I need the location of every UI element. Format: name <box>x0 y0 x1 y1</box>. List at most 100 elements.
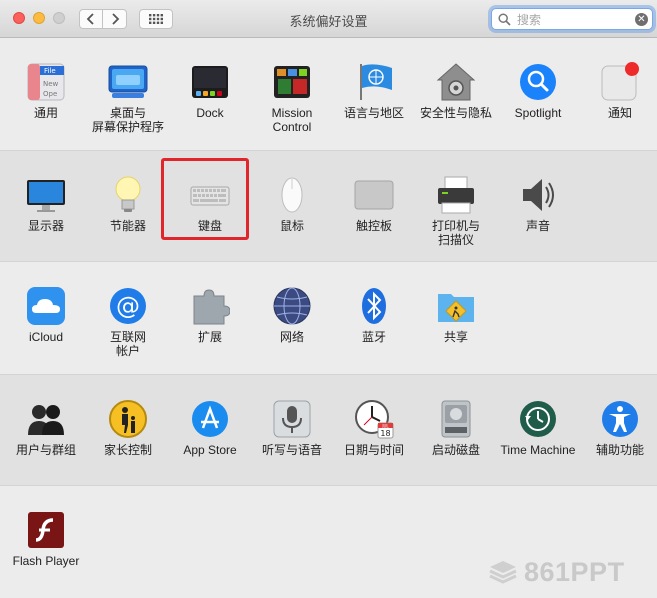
desktop-screensaver-icon <box>108 65 148 98</box>
svg-text:Ope: Ope <box>43 90 57 98</box>
pane-label: 家长控制 <box>103 443 152 457</box>
pane-label: 节能器 <box>109 219 146 233</box>
pane-bluetooth[interactable]: 蓝牙 <box>333 262 415 374</box>
search-input[interactable] <box>515 11 629 29</box>
pane-dictation-speech[interactable]: 听写与语音 <box>251 375 333 487</box>
pane-label: 语言与地区 <box>343 106 404 120</box>
dictation-speech-icon <box>273 400 311 438</box>
energy-saver-icon <box>115 176 141 212</box>
pane-label: App Store <box>183 443 237 457</box>
pane-date-time[interactable]: JUL 18 日期与时间 <box>333 375 415 487</box>
pane-mission-control[interactable]: Mission Control <box>251 38 333 150</box>
title-bar: 系统偏好设置 ✕ <box>0 0 657 38</box>
pane-displays[interactable]: 显示器 <box>5 151 87 263</box>
pane-language-region[interactable]: 语言与地区 <box>333 38 415 150</box>
flash-player-icon <box>28 512 64 548</box>
dock-icon <box>192 66 228 98</box>
pane-label: 安全性与隐私 <box>419 106 492 120</box>
pane-keyboard[interactable]: 键盘 <box>169 151 251 263</box>
icloud-icon <box>27 287 65 325</box>
pane-label: 用户与群组 <box>15 443 76 457</box>
pane-label: 启动磁盘 <box>431 443 480 457</box>
pane-notifications[interactable]: 通知 <box>579 38 657 150</box>
spotlight-icon <box>520 64 556 100</box>
svg-text:JUL: JUL <box>381 423 389 428</box>
pane-parental-controls[interactable]: 家长控制 <box>87 375 169 487</box>
pane-label: Flash Player <box>12 554 80 568</box>
sound-icon <box>523 179 554 211</box>
pane-label: 共享 <box>443 330 468 344</box>
pane-accessibility[interactable]: 辅助功能 <box>579 375 657 487</box>
pane-label: 听写与语音 <box>261 443 322 457</box>
pane-flash-player[interactable]: Flash Player <box>5 486 87 598</box>
printer-scanner-icon <box>438 176 474 214</box>
network-icon <box>273 287 311 325</box>
pane-startup-disk[interactable]: 启动磁盘 <box>415 375 497 487</box>
pane-label: 键盘 <box>197 219 222 233</box>
general-icon: File New Ope <box>27 63 65 101</box>
svg-text:File: File <box>44 67 56 75</box>
pane-trackpad[interactable]: 触控板 <box>333 151 415 263</box>
notifications-icon <box>601 62 639 101</box>
svg-text:18: 18 <box>380 429 390 438</box>
pane-label: 鼠标 <box>279 219 304 233</box>
pane-label: Mission Control <box>271 106 313 134</box>
pane-dock[interactable]: Dock <box>169 38 251 150</box>
pane-label: iCloud <box>28 330 64 344</box>
section-system: 用户与群组 家长控制 App Store 听写与语音 JUL 18 日期与时间 … <box>0 374 657 486</box>
search-field[interactable]: ✕ <box>491 8 653 30</box>
displays-icon <box>27 180 65 212</box>
pane-extensions[interactable]: 扩展 <box>169 262 251 374</box>
pane-time-machine[interactable]: Time Machine <box>497 375 579 487</box>
pane-label: 触控板 <box>355 219 392 233</box>
pane-label: 扩展 <box>197 330 222 344</box>
pane-app-store[interactable]: App Store <box>169 375 251 487</box>
pane-desktop[interactable]: 桌面与 屏幕保护程序 <box>87 38 169 150</box>
pane-label: 网络 <box>279 330 304 344</box>
pane-label: Time Machine <box>500 443 576 457</box>
pane-label: 打印机与 扫描仪 <box>431 219 480 247</box>
pane-label: 通用 <box>33 106 58 120</box>
section-internet: iCloud @ 互联网 帐户 扩展 网络 蓝牙 共享 <box>0 262 657 374</box>
layers-logo-icon <box>489 561 517 584</box>
pane-label: 辅助功能 <box>595 443 644 457</box>
app-store-icon <box>192 401 228 437</box>
pane-sound[interactable]: 声音 <box>497 151 579 263</box>
extensions-icon <box>193 289 230 325</box>
pane-label: 显示器 <box>27 219 64 233</box>
pane-icloud[interactable]: iCloud <box>5 262 87 374</box>
section-personal: File New Ope 通用 桌面与 屏幕保护程序 Dock Mission … <box>0 38 657 150</box>
pane-label: 蓝牙 <box>361 330 386 344</box>
accessibility-icon <box>602 401 638 437</box>
clear-search-icon[interactable]: ✕ <box>635 13 648 26</box>
pane-sharing[interactable]: 共享 <box>415 262 497 374</box>
mouse-icon <box>281 177 303 213</box>
pane-label: 日期与时间 <box>343 443 404 457</box>
mission-control-icon <box>274 66 310 98</box>
pane-internet-accounts[interactable]: @ 互联网 帐户 <box>87 262 169 374</box>
pane-label: 互联网 帐户 <box>109 330 146 358</box>
pane-label: Dock <box>196 106 224 120</box>
pane-label: 通知 <box>607 106 632 120</box>
pane-general[interactable]: File New Ope 通用 <box>5 38 87 150</box>
pane-network[interactable]: 网络 <box>251 262 333 374</box>
trackpad-icon <box>354 180 394 210</box>
pane-printers-scanners[interactable]: 打印机与 扫描仪 <box>415 151 497 263</box>
language-region-icon <box>360 64 392 100</box>
pane-label: 声音 <box>525 219 550 233</box>
svg-text:@: @ <box>116 292 140 320</box>
parental-controls-icon <box>109 400 147 438</box>
watermark: 861PPT <box>488 557 648 587</box>
users-groups-icon <box>28 405 64 435</box>
pane-security-privacy[interactable]: 安全性与隐私 <box>415 38 497 150</box>
pane-users-groups[interactable]: 用户与群组 <box>5 375 87 487</box>
pane-mouse[interactable]: 鼠标 <box>251 151 333 263</box>
pane-energy-saver[interactable]: 节能器 <box>87 151 169 263</box>
pane-label: Spotlight <box>514 106 562 120</box>
time-machine-icon <box>520 401 556 437</box>
pane-label: 桌面与 屏幕保护程序 <box>91 106 164 134</box>
bluetooth-icon <box>362 288 386 324</box>
sharing-icon <box>438 294 474 322</box>
pane-spotlight[interactable]: Spotlight <box>497 38 579 150</box>
startup-disk-icon <box>441 400 471 438</box>
